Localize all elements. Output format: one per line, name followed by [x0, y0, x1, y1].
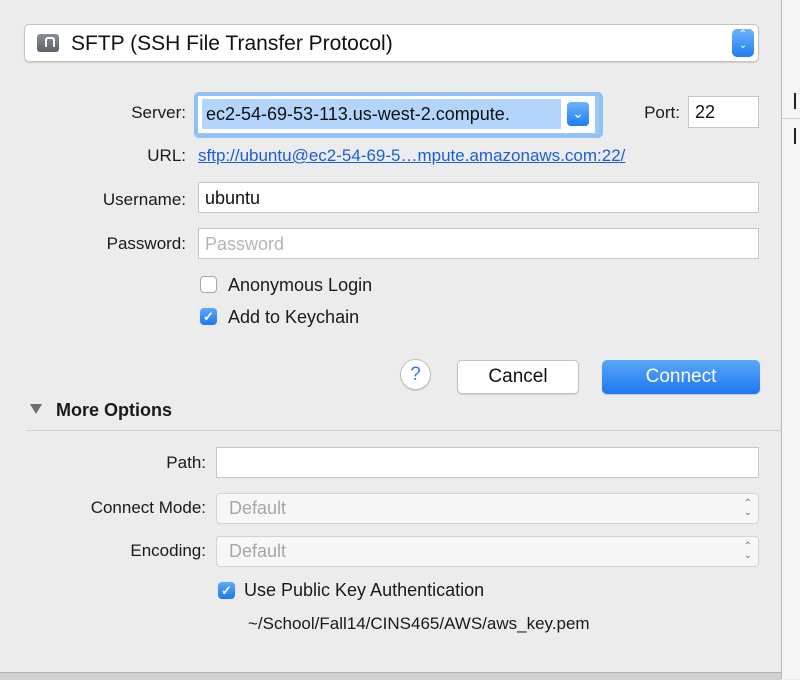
server-combobox[interactable]: ec2-54-69-53-113.us-west-2.compute. ⌄ — [198, 96, 595, 133]
password-label: Password: — [106, 234, 186, 253]
path-label: Path: — [166, 453, 206, 472]
popup-arrows-icon[interactable]: ⌃ ⌄ — [732, 29, 754, 57]
protocol-popup[interactable]: SFTP (SSH File Transfer Protocol) ⌃ ⌄ — [24, 24, 759, 62]
protocol-label: SFTP (SSH File Transfer Protocol) — [71, 32, 393, 55]
url-label: URL: — [147, 146, 186, 165]
public-key-label[interactable]: Use Public Key Authentication — [244, 580, 484, 601]
anonymous-login-checkbox[interactable] — [200, 276, 217, 293]
connect-mode-popup[interactable]: Default ⌃ ⌄ — [216, 493, 759, 524]
connect-button[interactable]: Connect — [602, 360, 760, 394]
section-divider — [26, 430, 782, 431]
username-label: Username: — [102, 190, 186, 209]
more-options-toggle[interactable]: More Options — [56, 400, 172, 421]
popup-arrows-icon: ⌃ ⌄ — [743, 498, 752, 518]
help-button[interactable]: ? — [400, 359, 431, 390]
add-to-keychain-label[interactable]: Add to Keychain — [228, 307, 359, 328]
path-input[interactable] — [216, 447, 759, 478]
password-input[interactable]: Password — [198, 228, 759, 259]
edge-mark — [794, 128, 800, 144]
encoding-popup[interactable]: Default ⌃ ⌄ — [216, 536, 759, 567]
public-key-checkbox[interactable]: ✓ — [218, 582, 235, 599]
encoding-value: Default — [229, 541, 287, 561]
server-label: Server: — [131, 103, 186, 122]
key-file-path: ~/School/Fall14/CINS465/AWS/aws_key.pem — [248, 614, 590, 633]
server-input[interactable]: ec2-54-69-53-113.us-west-2.compute. — [202, 99, 561, 129]
anonymous-login-label[interactable]: Anonymous Login — [228, 275, 372, 296]
edge-divider — [782, 118, 800, 119]
background-window-edge — [781, 0, 800, 679]
network-disk-icon — [37, 34, 59, 52]
connect-mode-value: Default — [229, 498, 287, 518]
popup-arrows-icon: ⌃ ⌄ — [743, 541, 752, 561]
port-label: Port: — [644, 103, 680, 122]
disclosure-triangle-icon[interactable] — [30, 404, 42, 414]
url-link[interactable]: sftp://ubuntu@ec2-54-69-5…mpute.amazonaw… — [198, 146, 625, 166]
connect-mode-label: Connect Mode: — [90, 498, 206, 517]
port-input[interactable]: 22 — [688, 96, 759, 128]
encoding-label: Encoding: — [130, 541, 206, 560]
username-input[interactable]: ubuntu — [198, 182, 759, 213]
cancel-button[interactable]: Cancel — [457, 360, 579, 394]
add-to-keychain-checkbox[interactable]: ✓ — [200, 308, 217, 325]
chevron-down-icon[interactable]: ⌄ — [567, 102, 589, 126]
edge-mark — [794, 93, 800, 109]
